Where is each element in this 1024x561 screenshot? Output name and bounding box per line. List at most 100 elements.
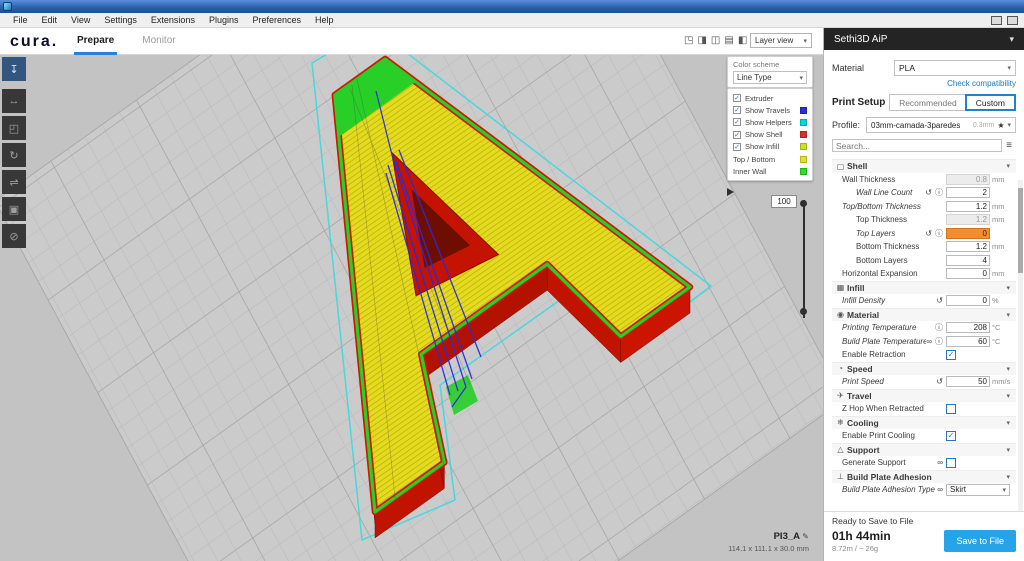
checkbox-enable-retraction[interactable]: ✓ bbox=[946, 349, 956, 360]
info-icon[interactable]: ⓘ bbox=[935, 322, 943, 333]
custom-mode-button[interactable]: Custom bbox=[964, 94, 1016, 111]
tab-prepare[interactable]: Prepare bbox=[74, 28, 118, 55]
chevron-down-icon: ▾ bbox=[1006, 365, 1010, 373]
category-build-plate-adhesion[interactable]: ⊥ Build Plate Adhesion ▾ bbox=[832, 469, 1016, 483]
viewport-tool-icon-5[interactable]: ◧ bbox=[738, 35, 747, 47]
rotate-tool-icon: ↻ bbox=[9, 149, 19, 162]
profile-dropdown[interactable]: 03mm-camada-3paredes 0.3mm ★ ▾ bbox=[866, 117, 1016, 133]
info-icon[interactable]: ⓘ bbox=[935, 228, 943, 239]
category-material[interactable]: ◉ Material ▾ bbox=[832, 307, 1016, 321]
value-infill-density[interactable]: 0 bbox=[946, 295, 990, 307]
revert-icon[interactable]: ↺ bbox=[936, 377, 943, 386]
monitor-status-icon[interactable] bbox=[1007, 15, 1018, 25]
color-scheme-label: Color scheme bbox=[733, 60, 780, 69]
checkbox-show-shell[interactable]: ✓ bbox=[733, 130, 741, 139]
move-tool-button[interactable]: ↔ bbox=[2, 89, 26, 113]
checkbox-extruder[interactable]: ✓ bbox=[733, 94, 741, 103]
value-top-layers[interactable]: 0 bbox=[946, 227, 990, 239]
view-mode-dropdown[interactable]: Layer view ▾ bbox=[750, 33, 812, 48]
checkbox-show-travels[interactable]: ✓ bbox=[733, 106, 741, 115]
link-icon[interactable]: ∞ bbox=[937, 458, 943, 467]
checkbox-generate-support[interactable] bbox=[946, 457, 956, 468]
search-input[interactable] bbox=[832, 139, 1002, 152]
value-top-thickness[interactable]: 1.2 bbox=[946, 214, 990, 226]
menu-file[interactable]: File bbox=[6, 15, 35, 25]
value-bottom-thickness[interactable]: 1.2 bbox=[946, 241, 990, 253]
edit-job-name-icon[interactable]: ✎ bbox=[802, 532, 809, 541]
category-infill[interactable]: ▦ Infill ▾ bbox=[832, 280, 1016, 294]
checkbox-show-helpers[interactable]: ✓ bbox=[733, 118, 741, 127]
link-icon[interactable]: ∞ bbox=[926, 337, 932, 346]
revert-icon[interactable]: ↺ bbox=[936, 296, 943, 305]
menu-extensions[interactable]: Extensions bbox=[144, 15, 202, 25]
category-shell[interactable]: ▢ Shell ▾ bbox=[832, 159, 1016, 173]
category-speed[interactable]: ◔ Speed ▾ bbox=[832, 361, 1016, 375]
layer-slider-top-handle[interactable] bbox=[800, 200, 807, 207]
printer-status-icon[interactable] bbox=[991, 15, 1002, 25]
layer-slider-bottom-handle[interactable] bbox=[800, 308, 807, 315]
menu-settings[interactable]: Settings bbox=[97, 15, 144, 25]
recommended-mode-button[interactable]: Recommended bbox=[890, 95, 966, 110]
rotate-tool-button[interactable]: ↻ bbox=[2, 143, 26, 167]
viewport-tool-icon-3[interactable]: ◫ bbox=[711, 35, 720, 47]
menu-plugins[interactable]: Plugins bbox=[202, 15, 246, 25]
setting-top-bottom-thickness: Top/Bottom Thickness 1.2 mm bbox=[832, 200, 1016, 214]
save-to-file-button[interactable]: Save to File bbox=[944, 530, 1016, 552]
layer-slider[interactable] bbox=[800, 200, 807, 318]
checkbox-enable-print-cooling[interactable]: ✓ bbox=[946, 430, 956, 441]
link-icon[interactable]: ∞ bbox=[937, 485, 943, 494]
value-print-speed[interactable]: 50 bbox=[946, 376, 990, 388]
value-bottom-layers[interactable]: 4 bbox=[946, 254, 990, 266]
play-icon[interactable] bbox=[727, 188, 734, 196]
category-travel[interactable]: ✈ Travel ▾ bbox=[832, 388, 1016, 402]
viewport-tool-icon-4[interactable]: ▤ bbox=[724, 35, 733, 47]
open-file-button[interactable]: ↧ bbox=[2, 57, 26, 81]
scale-tool-button[interactable]: ◰ bbox=[2, 116, 26, 140]
settings-scrollbar[interactable] bbox=[1018, 180, 1023, 540]
viewport-tool-icon-1[interactable]: ◳ bbox=[684, 35, 693, 47]
menu-edit[interactable]: Edit bbox=[35, 15, 65, 25]
filter-menu-icon[interactable]: ≡ bbox=[1002, 140, 1016, 151]
material-label: Material bbox=[832, 63, 865, 73]
value-wall-line-count[interactable]: 2 bbox=[946, 187, 990, 199]
printer-selector[interactable]: Sethi3D AiP ▾ bbox=[824, 28, 1024, 50]
favorite-star-icon[interactable]: ★ bbox=[997, 121, 1004, 130]
revert-icon[interactable]: ↺ bbox=[925, 229, 932, 238]
viewport-tool-icon-2[interactable]: ◨ bbox=[697, 35, 706, 47]
mirror-tool-button[interactable]: ⇌ bbox=[2, 170, 26, 194]
menu-help[interactable]: Help bbox=[308, 15, 341, 25]
material-dropdown[interactable]: PLA ▾ bbox=[894, 60, 1016, 76]
value-top-bottom-thickness[interactable]: 1.2 bbox=[946, 200, 990, 212]
setup-mode-toggle: Recommended Custom bbox=[889, 94, 1016, 111]
viewport-3d[interactable]: ↧ ↔ ◰ ↻ ⇌ ▣ ⊘ Color scheme Line Type ▾ ✓ Extrud… bbox=[0, 55, 823, 561]
info-icon[interactable]: ⓘ bbox=[935, 336, 943, 347]
color-swatch-show-helpers bbox=[800, 118, 807, 126]
revert-icon[interactable]: ↺ bbox=[925, 188, 932, 197]
per-model-settings-tool-button[interactable]: ▣ bbox=[2, 197, 26, 221]
legend-row-show-travels: ✓ Show Travels bbox=[733, 104, 807, 116]
support-blocker-tool-button[interactable]: ⊘ bbox=[2, 224, 26, 248]
print-time: 01h 44min bbox=[832, 529, 891, 543]
tab-monitor[interactable]: Monitor bbox=[139, 28, 178, 55]
color-scheme-dropdown[interactable]: Line Type ▾ bbox=[733, 71, 807, 84]
checkbox-z-hop-when-retracted[interactable] bbox=[946, 403, 956, 414]
value-build-plate-temperature[interactable]: 60 bbox=[946, 335, 990, 347]
check-compatibility-link[interactable]: Check compatibility bbox=[832, 79, 1016, 88]
menu-view[interactable]: View bbox=[64, 15, 97, 25]
category-cooling[interactable]: ❄ Cooling ▾ bbox=[832, 415, 1016, 429]
scrollbar-thumb[interactable] bbox=[1018, 188, 1023, 273]
layer-view-legend: ✓ Extruder ✓ Show Travels ✓ Show Helpers ✓ Show… bbox=[727, 88, 813, 182]
menu-preferences[interactable]: Preferences bbox=[245, 15, 308, 25]
app-icon bbox=[3, 2, 12, 11]
info-icon[interactable]: ⓘ bbox=[935, 187, 943, 198]
dropdown-build-plate-adhesion-type[interactable]: Skirt ▾ bbox=[946, 483, 1010, 496]
value-printing-temperature[interactable]: 208 bbox=[946, 322, 990, 334]
value-horizontal-expansion[interactable]: 0 bbox=[946, 268, 990, 280]
window-titlebar bbox=[0, 0, 1024, 13]
setting-horizontal-expansion: Horizontal Expansion 0 mm bbox=[832, 267, 1016, 281]
layer-number-box[interactable]: 100 bbox=[771, 195, 797, 208]
checkbox-show-infill[interactable]: ✓ bbox=[733, 142, 741, 151]
value-wall-thickness[interactable]: 0.8 bbox=[946, 173, 990, 185]
category-support[interactable]: △ Support ▾ bbox=[832, 442, 1016, 456]
setting-bottom-layers: Bottom Layers 4 bbox=[832, 254, 1016, 268]
